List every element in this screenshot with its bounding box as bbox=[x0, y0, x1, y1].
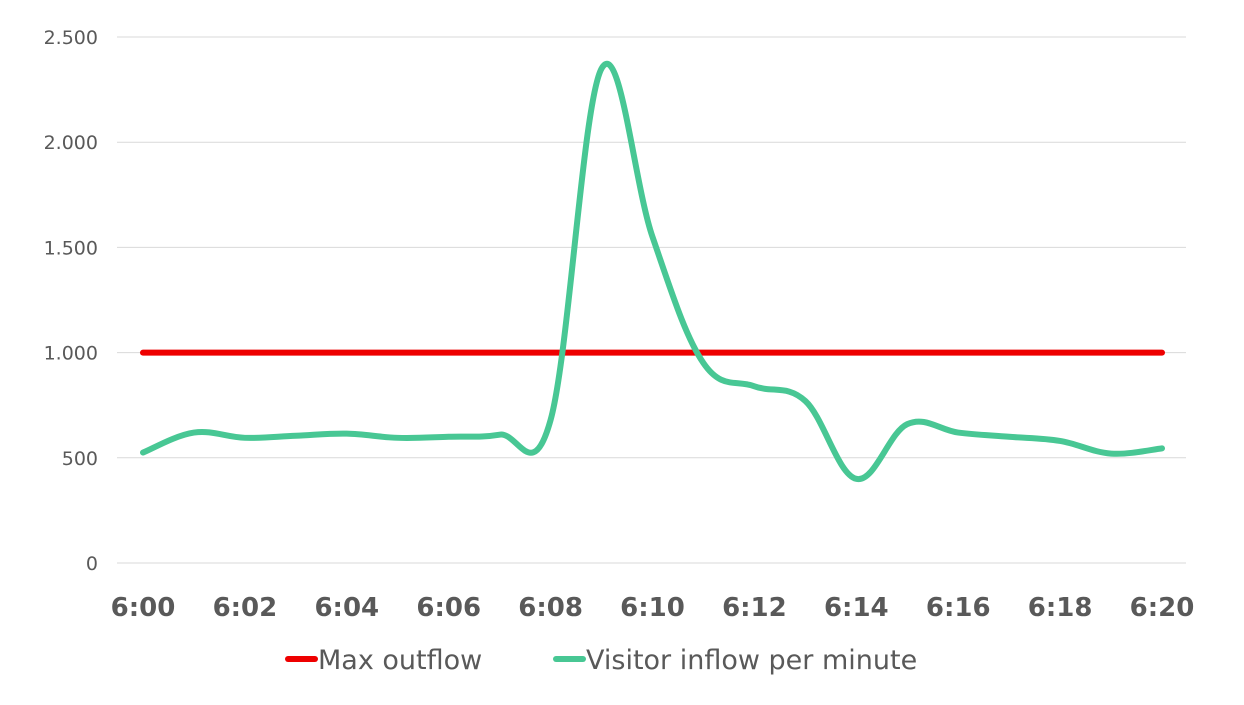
x-tick-label: 6:06 bbox=[416, 593, 481, 623]
x-tick-label: 6:20 bbox=[1130, 593, 1195, 623]
x-axis-ticks: 6:00 6:02 6:04 6:06 6:08 6:10 6:12 6:14 6:16 6:18… bbox=[111, 593, 1195, 623]
legend-label-max-outflow: Max outflow bbox=[318, 645, 482, 676]
y-tick-label: 2.000 bbox=[44, 132, 98, 154]
x-tick-label: 6:00 bbox=[111, 593, 176, 623]
x-tick-label: 6:16 bbox=[926, 593, 991, 623]
x-tick-label: 6:02 bbox=[213, 593, 278, 623]
line-chart: 05001.0001.5002.0002.500 6:00 6:02 6:04 6:0… bbox=[44, 27, 1195, 676]
x-tick-label: 6:10 bbox=[620, 593, 685, 623]
y-tick-label: 1.000 bbox=[44, 343, 98, 365]
series-line-visitor-inflow-per-minute bbox=[140, 61, 1165, 482]
x-tick-label: 6:04 bbox=[314, 593, 379, 623]
y-tick-label: 1.500 bbox=[44, 237, 98, 259]
x-tick-label: 6:08 bbox=[518, 593, 583, 623]
legend-label-visitor-inflow: Visitor inflow per minute bbox=[586, 645, 917, 676]
series-lines bbox=[140, 61, 1165, 482]
legend: Max outflow Visitor inflow per minute bbox=[285, 645, 917, 676]
gridlines bbox=[117, 36, 1186, 564]
y-axis-ticks: 0 500 1.000 1.500 2.000 2.500 bbox=[44, 27, 98, 575]
x-tick-label: 6:12 bbox=[722, 593, 787, 623]
y-tick-label: 2.500 bbox=[44, 27, 98, 49]
y-tick-label: 0 bbox=[86, 553, 98, 575]
y-tick-label: 500 bbox=[62, 448, 98, 470]
x-tick-label: 6:14 bbox=[824, 593, 889, 623]
legend-item-max-outflow[interactable]: Max outflow bbox=[285, 645, 482, 676]
legend-item-visitor-inflow[interactable]: Visitor inflow per minute bbox=[553, 645, 917, 676]
x-tick-label: 6:18 bbox=[1028, 593, 1093, 623]
